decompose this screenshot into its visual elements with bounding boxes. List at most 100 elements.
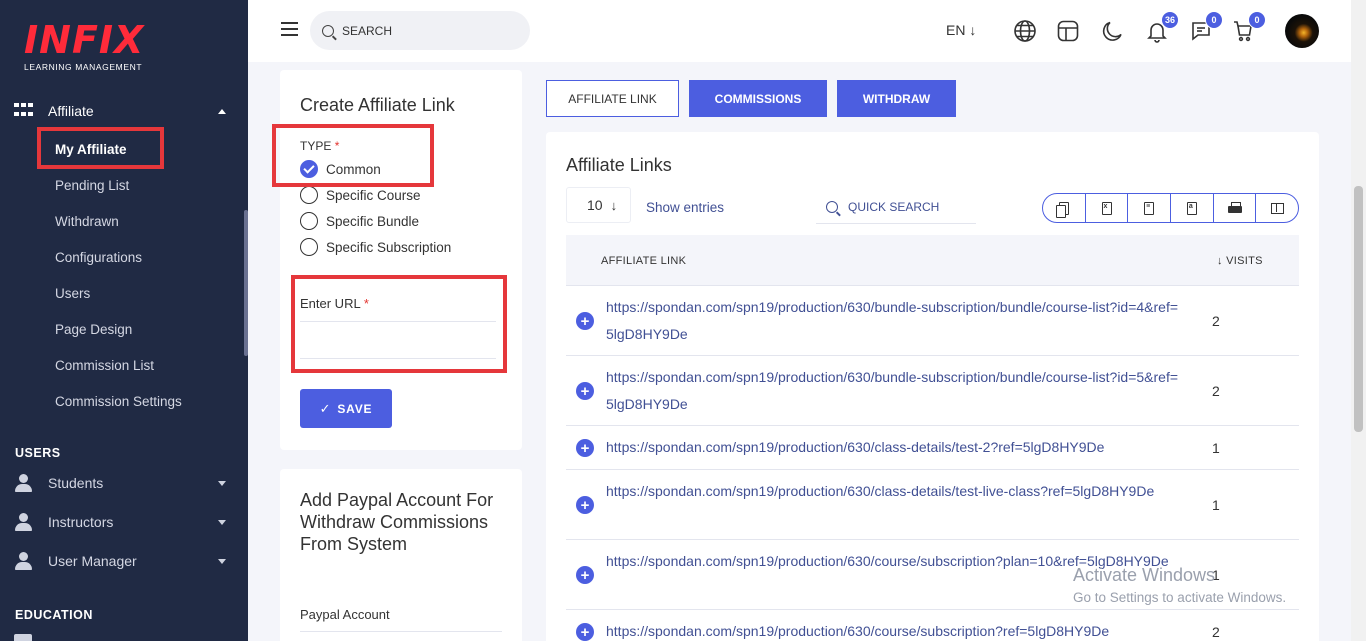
search-input[interactable] (342, 23, 512, 38)
required-mark: * (334, 139, 340, 153)
sidebar-item-commission-list[interactable]: Commission List (55, 358, 154, 373)
sidebar: INFIX LEARNING MANAGEMENT Affiliate My A… (0, 0, 248, 641)
print-button[interactable] (1214, 194, 1257, 222)
menu-icon[interactable] (281, 22, 298, 40)
sidebar-item-commission-settings[interactable]: Commission Settings (55, 394, 182, 409)
show-entries-label: Show entries (646, 200, 725, 215)
csv-button[interactable]: ≡ (1128, 194, 1172, 222)
sidebar-item-students[interactable]: Students (14, 474, 234, 492)
search-box[interactable] (310, 11, 530, 50)
sidebar-item-withdrawn[interactable]: Withdrawn (55, 214, 119, 229)
sidebar-item-configurations[interactable]: Configurations (55, 250, 142, 265)
paypal-account-input[interactable] (300, 631, 502, 641)
type-label-text: TYPE (300, 139, 332, 153)
user-gear-icon (14, 552, 34, 570)
sidebar-item-instructors[interactable]: Instructors (14, 513, 234, 531)
table-row: + https://spondan.com/spn19/production/6… (566, 356, 1299, 426)
expand-plus-icon[interactable]: + (576, 382, 594, 400)
sidebar-item-users[interactable]: Users (55, 286, 90, 301)
grid-icon (14, 103, 34, 119)
table-header: AFFILIATE LINK ↓ VISITS (566, 235, 1299, 286)
pdf-button[interactable]: a (1171, 194, 1214, 222)
chat-icon[interactable]: 0 (1189, 11, 1223, 43)
card-title: Add Paypal Account For Withdraw Commissi… (300, 490, 494, 554)
save-button[interactable]: ✓ SAVE (300, 389, 392, 428)
sidebar-item-page-design[interactable]: Page Design (55, 322, 132, 337)
sidebar-item-label: User Manager (48, 553, 137, 569)
url-input[interactable] (300, 321, 496, 359)
scrollbar-thumb[interactable] (1354, 186, 1363, 432)
column-header-affiliate-link[interactable]: AFFILIATE LINK (601, 255, 686, 267)
radio-specific-subscription[interactable]: Specific Subscription (300, 238, 451, 256)
tab-affiliate-link[interactable]: AFFILIATE LINK (546, 80, 679, 117)
search-icon (322, 24, 334, 37)
sidebar-item-label: Affiliate (48, 103, 94, 119)
layout-icon[interactable] (1056, 19, 1080, 43)
table-row: + https://spondan.com/spn19/production/6… (566, 426, 1299, 470)
radio-common[interactable]: Common (300, 160, 381, 178)
radio-label: Specific Bundle (326, 213, 420, 229)
search-icon (826, 200, 838, 213)
logo-subtitle: LEARNING MANAGEMENT (24, 62, 143, 72)
table-row: + https://spondan.com/spn19/production/6… (566, 470, 1299, 540)
expand-plus-icon[interactable]: + (576, 312, 594, 330)
sidebar-item-my-affiliate[interactable]: My Affiliate (55, 142, 127, 157)
expand-plus-icon[interactable]: + (576, 496, 594, 514)
page-scrollbar[interactable] (1351, 0, 1366, 641)
caret-down-icon (218, 519, 226, 525)
column-header-visits[interactable]: ↓ VISITS (1217, 255, 1263, 267)
columns-button[interactable] (1256, 194, 1298, 222)
create-affiliate-card: Create Affiliate Link TYPE * Common Spec… (280, 70, 522, 450)
message-badge: 0 (1205, 11, 1223, 29)
excel-button[interactable]: x (1086, 194, 1129, 222)
logo[interactable]: INFIX LEARNING MANAGEMENT (24, 21, 144, 72)
watermark-subtitle: Go to Settings to activate Windows. (1073, 590, 1287, 605)
caret-down-icon (218, 480, 226, 486)
radio-specific-bundle[interactable]: Specific Bundle (300, 212, 419, 230)
tab-withdraw[interactable]: WITHDRAW (837, 80, 956, 117)
tab-commissions[interactable]: COMMISSIONS (689, 80, 827, 117)
quick-search-input[interactable] (848, 199, 968, 214)
notification-badge: 36 (1160, 11, 1179, 29)
sidebar-item-user-manager[interactable]: User Manager (14, 552, 234, 570)
affiliate-link-text: https://spondan.com/spn19/production/630… (606, 299, 1179, 342)
section-title-users: USERS (15, 446, 61, 460)
sidebar-item-label: Instructors (48, 514, 114, 530)
affiliate-link-text: https://spondan.com/spn19/production/630… (606, 439, 1105, 455)
expand-plus-icon[interactable]: + (576, 623, 594, 641)
save-label: SAVE (337, 401, 373, 416)
table-row: + https://spondan.com/spn19/production/6… (566, 610, 1299, 641)
copy-button[interactable] (1043, 194, 1086, 222)
affiliate-link-text: https://spondan.com/spn19/production/630… (606, 623, 1110, 639)
instructor-icon (14, 513, 34, 531)
quick-search[interactable] (816, 190, 976, 224)
required-mark: * (363, 296, 369, 311)
cart-badge: 0 (1248, 11, 1266, 29)
expand-plus-icon[interactable]: + (576, 566, 594, 584)
sidebar-item-affiliate[interactable]: Affiliate (14, 101, 234, 121)
sidebar-item-pending-list[interactable]: Pending List (55, 178, 129, 193)
language-selector[interactable]: EN ↓ (946, 22, 976, 38)
table-title: Affiliate Links (566, 155, 672, 175)
paypal-account-label: Paypal Account (300, 607, 390, 622)
moon-icon[interactable] (1101, 19, 1125, 43)
radio-specific-course[interactable]: Specific Course (300, 186, 421, 204)
topbar: EN ↓ 36 0 0 (248, 0, 1351, 62)
caret-up-icon (218, 108, 226, 114)
radio-label: Specific Course (326, 187, 421, 203)
expand-plus-icon[interactable]: + (576, 439, 594, 457)
sidebar-scrollbar[interactable] (244, 210, 248, 356)
watermark-title: Activate Windows (1073, 565, 1216, 585)
globe-icon[interactable] (1013, 19, 1037, 43)
entries-select[interactable]: 10 ↓ (566, 187, 631, 223)
print-icon (1227, 202, 1242, 214)
visits-count: 1 (1212, 440, 1220, 456)
bell-icon[interactable]: 36 (1145, 11, 1179, 43)
radio-label: Common (326, 161, 381, 177)
entries-value: 10 (587, 197, 603, 213)
education-icon (14, 634, 32, 641)
cart-icon[interactable]: 0 (1232, 11, 1266, 43)
avatar[interactable] (1285, 14, 1319, 48)
visits-count: 2 (1212, 624, 1220, 640)
url-label: Enter URL * (300, 296, 369, 311)
